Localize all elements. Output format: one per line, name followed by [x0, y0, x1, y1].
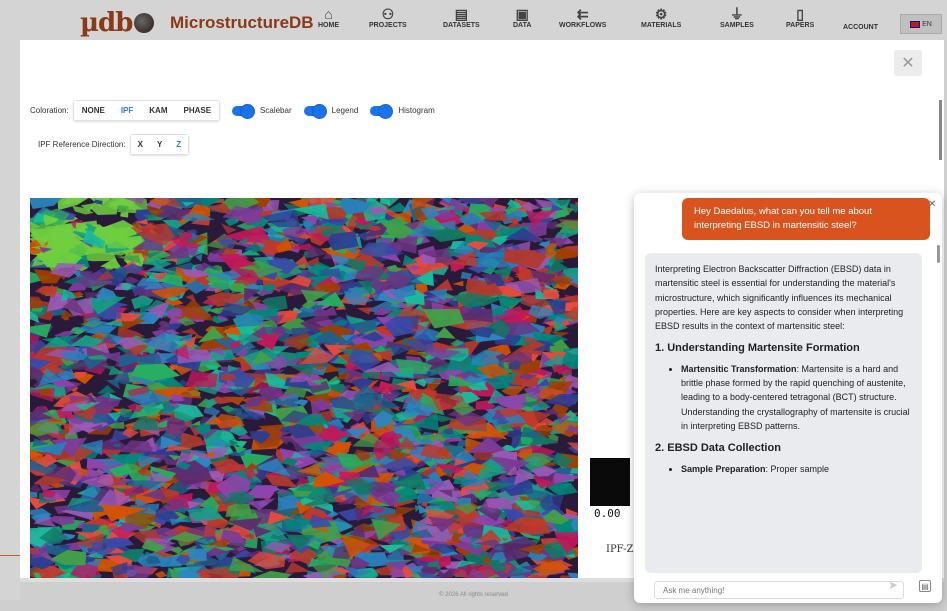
- nav-projects[interactable]: ⚇ PROJECTS: [369, 6, 407, 29]
- materials-icon: ⚙: [654, 6, 668, 22]
- home-icon: ⌂: [324, 6, 333, 22]
- item-text: : Proper sample: [765, 463, 830, 474]
- list-item: Martensitic Transformation: Martensite i…: [681, 362, 912, 433]
- coloration-kam-button[interactable]: KAM: [141, 101, 176, 120]
- coloration-ipf-button[interactable]: IPF: [112, 101, 142, 120]
- ipf-ref-x-button[interactable]: X: [130, 135, 150, 154]
- section-heading: 2. EBSD Data Collection: [655, 442, 781, 455]
- nav-account[interactable]: ACCOUNT: [843, 24, 878, 31]
- logo[interactable]: µdb: [80, 8, 155, 38]
- histogram-toggle[interactable]: Histogram: [370, 103, 435, 119]
- nav-home[interactable]: ⌂ HOME: [318, 6, 339, 29]
- coloration-toolbar: Coloration: NONE IPF KAM PHASE Scalebar …: [30, 100, 435, 121]
- histogram-label: Histogram: [398, 106, 435, 115]
- logo-text: µdb: [80, 8, 133, 38]
- page-background-strip: [0, 40, 20, 600]
- nav-datasets[interactable]: ▤ DATASETS: [443, 6, 480, 29]
- nav-data-label: DATA: [513, 22, 532, 29]
- chat-input[interactable]: [654, 581, 904, 599]
- ipf-ref-y-button[interactable]: Y: [149, 135, 170, 154]
- ipf-ref-z-button[interactable]: Z: [169, 135, 189, 154]
- nav-materials-label: MATERIALS: [641, 22, 682, 29]
- nav-projects-label: PROJECTS: [369, 22, 407, 29]
- samples-icon: ⏚: [729, 6, 744, 22]
- ipf-reference-label: IPF Reference Direction:: [38, 140, 126, 149]
- papers-icon: ▯: [796, 6, 804, 22]
- nav-materials[interactable]: ⚙ MATERIALS: [641, 6, 681, 29]
- toggle-switch[interactable]: [370, 103, 394, 119]
- nav-papers-label: PAPERS: [786, 22, 815, 29]
- chat-scrollbar[interactable]: [937, 245, 940, 263]
- attach-icon[interactable]: ▤: [919, 580, 931, 592]
- close-icon: ✕: [901, 55, 915, 72]
- globe-icon: [134, 13, 155, 33]
- nav-data[interactable]: ▣ DATA: [513, 6, 531, 29]
- list-item: Sample Preparation: Proper sample: [681, 462, 912, 476]
- send-icon[interactable]: ➤: [888, 578, 898, 592]
- coloration-none-button[interactable]: NONE: [73, 101, 113, 120]
- histogram-value: 0.00: [594, 507, 621, 520]
- toggle-switch[interactable]: [232, 103, 256, 119]
- nav-samples[interactable]: ⏚ SAMPLES: [720, 6, 754, 29]
- nav-datasets-label: DATASETS: [443, 22, 480, 29]
- item-title: Martensitic Transformation: [681, 363, 797, 374]
- projects-icon: ⚇: [381, 6, 395, 22]
- language-label: EN: [922, 20, 932, 28]
- coloration-phase-button[interactable]: PHASE: [175, 101, 220, 120]
- nav-papers[interactable]: ▯ PAPERS: [786, 6, 814, 29]
- nav-home-label: HOME: [318, 22, 339, 29]
- nav-samples-label: SAMPLES: [720, 22, 754, 29]
- assistant-intro: Interpreting Electron Backscatter Diffra…: [655, 264, 904, 332]
- section-heading: 1. Understanding Martensite Formation: [655, 342, 860, 355]
- divider: [0, 555, 22, 556]
- data-icon: ▣: [515, 6, 529, 22]
- coloration-button-group: NONE IPF KAM PHASE: [72, 100, 221, 121]
- coloration-label: Coloration:: [30, 106, 69, 115]
- item-title: Sample Preparation: [681, 463, 766, 474]
- scalebar-toggle[interactable]: Scalebar: [232, 103, 292, 119]
- brand-name[interactable]: MicrostructureDB: [170, 13, 314, 33]
- user-message: Hey Daedalus, what can you tell me about…: [682, 198, 930, 240]
- toggle-switch[interactable]: [303, 103, 327, 119]
- close-button[interactable]: ✕: [894, 50, 922, 76]
- ipf-caption: IPF-Z: [606, 544, 634, 555]
- legend-label: Legend: [331, 106, 359, 115]
- workflows-icon: ⇇: [576, 6, 589, 22]
- ipf-reference-button-group: X Y Z: [129, 134, 190, 155]
- nav-workflows[interactable]: ⇇ WORKFLOWS: [559, 6, 606, 29]
- nav-workflows-label: WORKFLOWS: [559, 22, 607, 29]
- vertical-scrollbar[interactable]: [939, 100, 942, 160]
- nav-account-label: ACCOUNT: [843, 24, 878, 31]
- language-select[interactable]: EN: [900, 14, 942, 34]
- chat-panel: ✕ Hey Daedalus, what can you tell me abo…: [634, 193, 942, 603]
- ipf-map-image[interactable]: [30, 198, 578, 578]
- section-list: Martensitic Transformation: Martensite i…: [655, 362, 912, 433]
- ebsd-grain-map: [30, 198, 578, 578]
- assistant-message: Interpreting Electron Backscatter Diffra…: [645, 253, 922, 573]
- top-navbar: µdb MicrostructureDB ⌂ HOME ⚇ PROJECTS ▤…: [0, 0, 947, 40]
- legend-toggle[interactable]: Legend: [303, 103, 359, 119]
- flag-icon: [910, 20, 921, 28]
- scalebar-label: Scalebar: [260, 106, 292, 115]
- ipf-reference-row: IPF Reference Direction: X Y Z: [38, 134, 190, 155]
- section-list: Sample Preparation: Proper sample: [655, 462, 912, 476]
- histogram-bar: [590, 458, 630, 506]
- datasets-icon: ▤: [454, 6, 468, 22]
